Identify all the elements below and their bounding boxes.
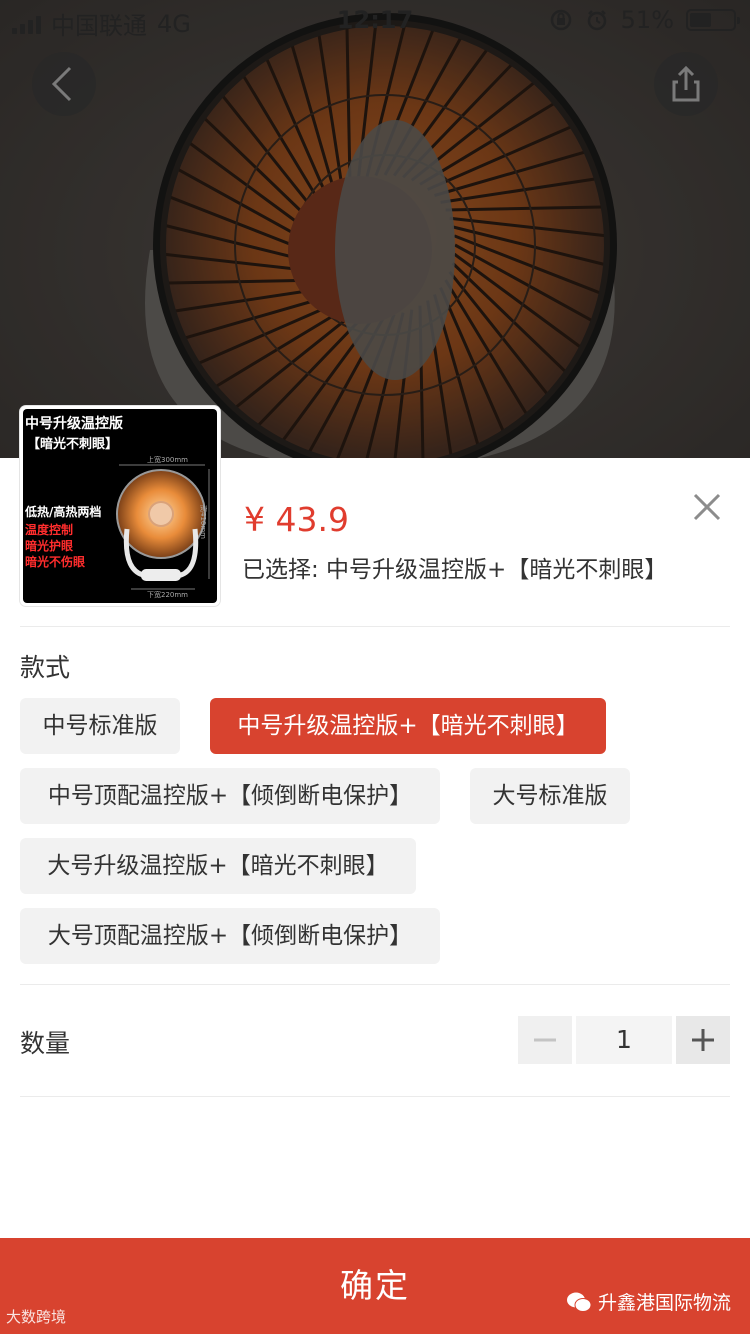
thumb-feature: 低热/高热两档: [25, 505, 102, 519]
battery-level: [690, 13, 712, 27]
thumb-feature-red: 暗光不伤眼: [25, 555, 86, 569]
share-button[interactable]: [654, 52, 718, 116]
rotation-lock-icon: [550, 9, 571, 31]
divider: [20, 1096, 730, 1097]
confirm-button[interactable]: 确定: [0, 1238, 750, 1334]
battery-percent: 51%: [620, 6, 674, 34]
style-option[interactable]: 大号标准版: [470, 768, 630, 824]
quantity-label: 数量: [20, 1029, 71, 1058]
plus-icon: [692, 1029, 714, 1051]
thumb-title: 中号升级温控版: [25, 416, 123, 432]
thumb-feature-red: 暗光护眼: [25, 539, 74, 553]
alarm-icon: [587, 10, 606, 31]
price: ¥ 43.9: [244, 500, 349, 539]
style-section-label: 款式: [20, 653, 71, 682]
battery-icon: [686, 9, 740, 31]
status-bar: 中国联通 4G 12:17 51%: [0, 0, 750, 40]
selected-variant-text: 已选择: 中号升级温控版+【暗光不刺眼】: [242, 557, 668, 583]
style-option-selected[interactable]: 中号升级温控版+【暗光不刺眼】: [210, 698, 606, 754]
share-icon: [672, 65, 700, 102]
quantity-decrease-button[interactable]: [518, 1016, 572, 1064]
watermark-right: 升鑫港国际物流: [566, 1288, 731, 1315]
close-icon: [693, 493, 721, 521]
close-button[interactable]: [686, 486, 728, 528]
divider: [20, 984, 730, 985]
quantity-value[interactable]: 1: [576, 1016, 672, 1064]
thumb-subtitle: 【暗光不刺眼】: [27, 437, 119, 452]
thumb-dim-side: 高410mm: [199, 505, 208, 539]
modal-overlay[interactable]: [0, 0, 750, 458]
thumb-dim-top: 上宽300mm: [147, 455, 188, 464]
chevron-left-icon: [51, 66, 72, 102]
divider: [20, 626, 730, 627]
style-option[interactable]: 中号标准版: [20, 698, 180, 754]
thumb-dim-bottom: 下宽220mm: [147, 590, 188, 599]
style-option[interactable]: 大号顶配温控版+【倾倒断电保护】: [20, 908, 440, 964]
product-thumbnail: 上宽300mm 高410mm 下宽220mm 中号升级温控版 【暗光不刺眼】 低…: [20, 406, 220, 606]
watermark-left: 大数跨境: [6, 1308, 67, 1326]
minus-icon: [534, 1038, 556, 1042]
quantity-increase-button[interactable]: [676, 1016, 730, 1064]
wechat-icon: [567, 1292, 592, 1312]
watermark-right-text: 升鑫港国际物流: [598, 1292, 732, 1314]
style-option[interactable]: 大号升级温控版+【暗光不刺眼】: [20, 838, 416, 894]
thumb-feature-red: 温度控制: [25, 523, 74, 537]
style-option[interactable]: 中号顶配温控版+【倾倒断电保护】: [20, 768, 440, 824]
back-button[interactable]: [32, 52, 96, 116]
